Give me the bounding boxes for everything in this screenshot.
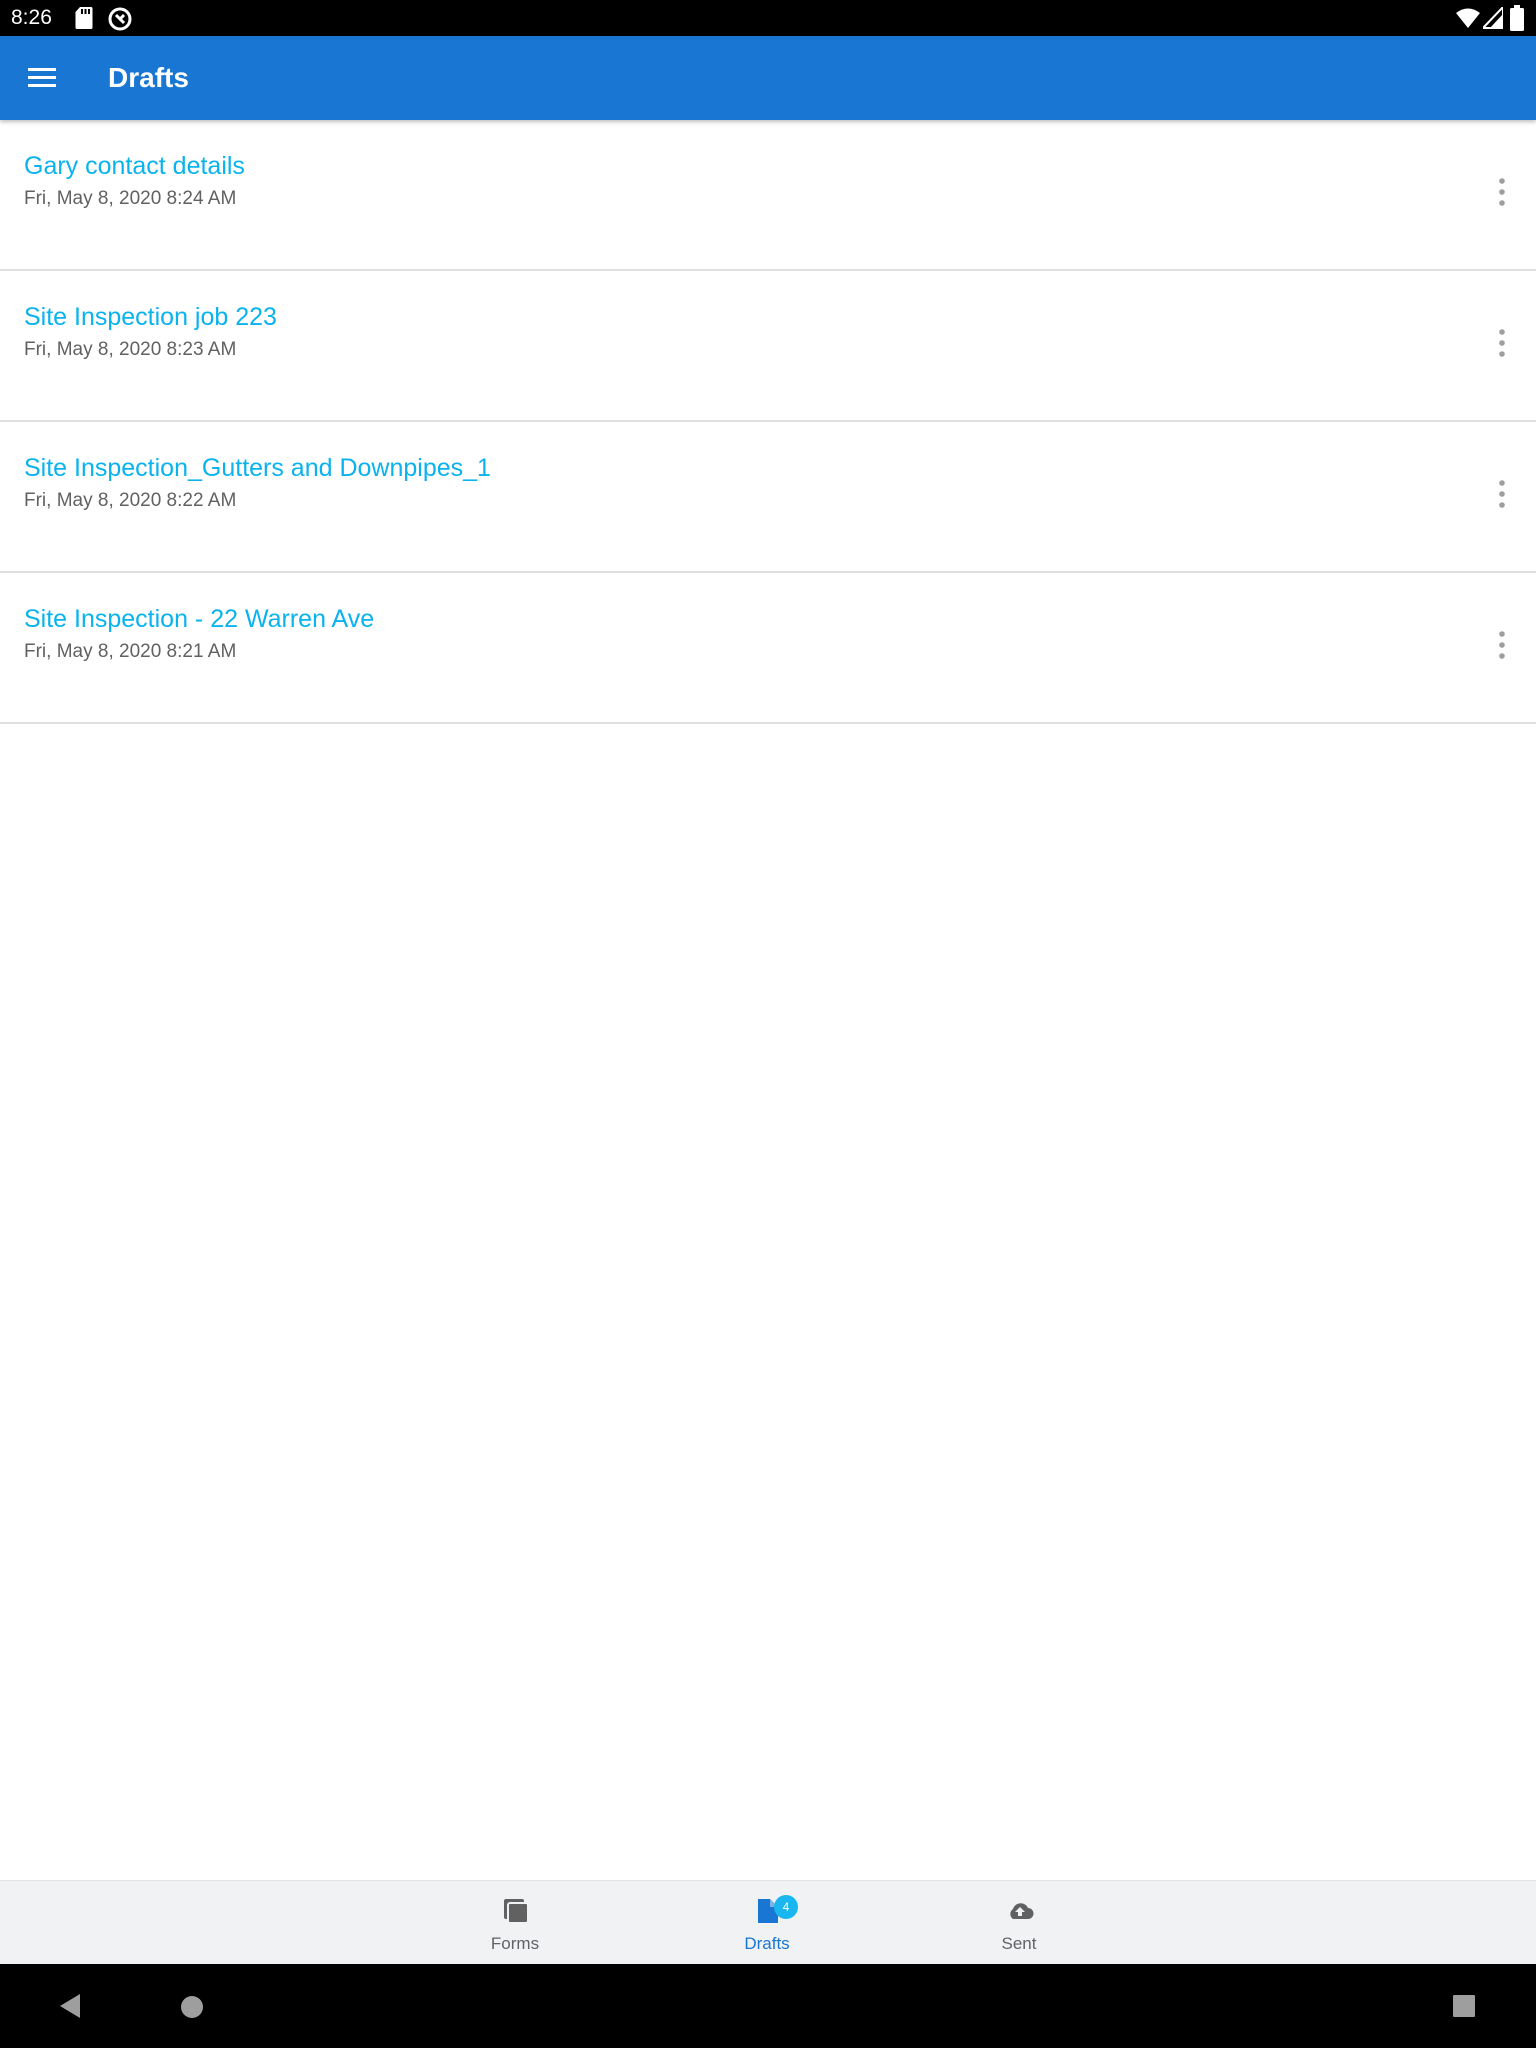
- draft-title: Site Inspection_Gutters and Downpipes_1: [24, 454, 491, 482]
- tab-label: Forms: [490, 1934, 540, 1953]
- battery-icon: [1510, 5, 1524, 31]
- system-nav-bar: [0, 1964, 1536, 2048]
- draft-date: Fri, May 8, 2020 8:22 AM: [24, 490, 237, 511]
- draft-title: Site Inspection - 22 Warren Ave: [24, 605, 375, 633]
- tab-forms[interactable]: Forms: [445, 1881, 585, 1965]
- draft-date: Fri, May 8, 2020 8:23 AM: [24, 339, 237, 360]
- signal-icon: [1483, 7, 1503, 29]
- app-bar: Drafts: [0, 36, 1536, 120]
- cloud-upload-icon: [1010, 1903, 1034, 1919]
- status-time: 8:26: [11, 6, 52, 29]
- page-title: Drafts: [108, 62, 189, 93]
- tab-sent[interactable]: Sent: [949, 1881, 1089, 1965]
- tab-label: Drafts: [744, 1934, 790, 1953]
- draft-title: Site Inspection job 223: [24, 303, 277, 331]
- draft-item-site-inspection-gutters[interactable]: Site Inspection_Gutters and Downpipes_1 …: [0, 422, 1536, 573]
- tab-drafts[interactable]: 4 Drafts: [697, 1881, 837, 1965]
- sd-card-icon: [75, 7, 93, 29]
- back-icon[interactable]: [58, 1993, 84, 2019]
- draft-title: Gary contact details: [24, 152, 245, 180]
- draft-date: Fri, May 8, 2020 8:24 AM: [24, 188, 237, 209]
- forms-icon: [504, 1899, 529, 1924]
- home-icon[interactable]: [180, 1995, 204, 2019]
- more-vert-icon[interactable]: [1482, 169, 1522, 215]
- recents-icon[interactable]: [1453, 1995, 1475, 2017]
- status-bar: 8:26: [0, 0, 1536, 36]
- more-vert-icon[interactable]: [1482, 622, 1522, 668]
- sync-icon: [108, 7, 132, 31]
- draft-date: Fri, May 8, 2020 8:21 AM: [24, 641, 237, 662]
- drafts-list: Gary contact details Fri, May 8, 2020 8:…: [0, 120, 1536, 724]
- hamburger-menu-icon[interactable]: [22, 57, 64, 99]
- tab-label: Sent: [1001, 1934, 1037, 1953]
- drafts-count-badge: 4: [774, 1895, 798, 1919]
- draft-item-site-inspection-22-warren-ave[interactable]: Site Inspection - 22 Warren Ave Fri, May…: [0, 573, 1536, 724]
- wifi-icon: [1456, 8, 1480, 28]
- more-vert-icon[interactable]: [1482, 471, 1522, 517]
- more-vert-icon[interactable]: [1482, 320, 1522, 366]
- bottom-nav: Forms 4 Drafts Sent: [0, 1880, 1536, 1965]
- draft-item-site-inspection-job-223[interactable]: Site Inspection job 223 Fri, May 8, 2020…: [0, 271, 1536, 422]
- draft-item-gary-contact-details[interactable]: Gary contact details Fri, May 8, 2020 8:…: [0, 120, 1536, 271]
